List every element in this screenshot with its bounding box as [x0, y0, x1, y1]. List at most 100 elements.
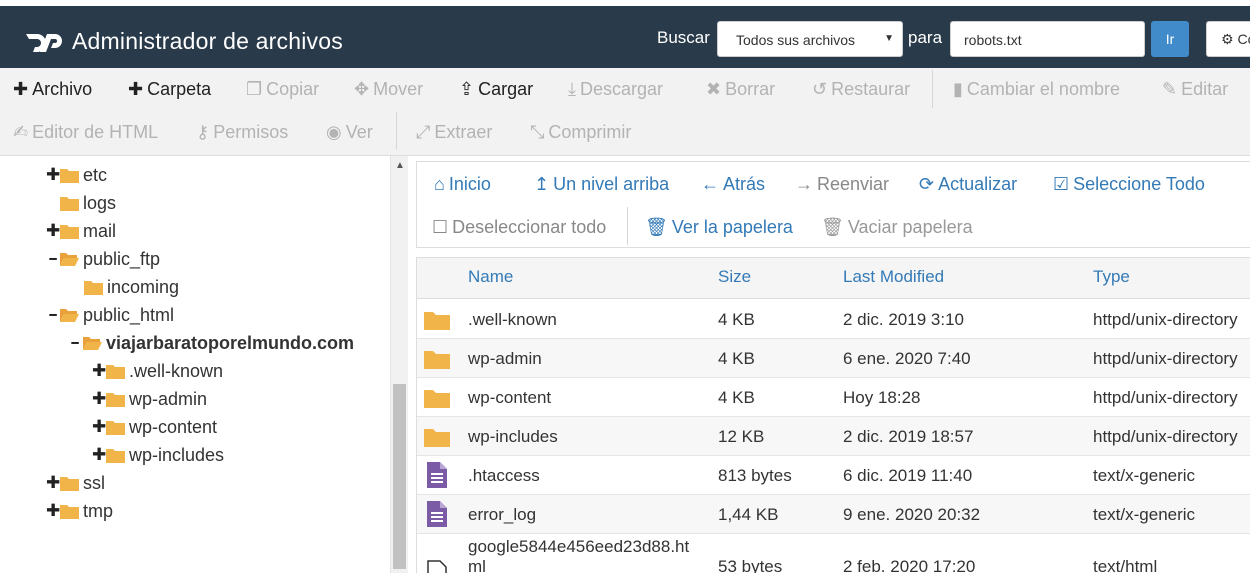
key-icon: ⚷ — [196, 122, 210, 142]
html-editor-label: Editor de HTML — [32, 122, 159, 142]
cell-last-modified: 2 feb. 2020 17:20 — [843, 557, 976, 573]
expand-icon: ⤢ — [416, 122, 431, 142]
caret-down-icon: ▼ — [884, 33, 894, 44]
expand-icon[interactable]: ✚ — [46, 500, 60, 522]
move-button[interactable]: ✥ Mover — [354, 79, 423, 100]
rename-button[interactable]: ▮ Cambiar el nombre — [953, 79, 1120, 100]
toolbar-divider — [932, 70, 933, 108]
tree-node[interactable]: ✚ etc — [0, 164, 390, 186]
table-row[interactable]: .well-known 4 KB 2 dic. 2019 3:10 httpd/uni… — [417, 300, 1250, 339]
expand-icon[interactable]: ✚ — [92, 360, 106, 382]
empty-trash-button[interactable]: 🗑 Vaciar papelera — [821, 217, 973, 238]
cell-type: text/x-generic — [1093, 505, 1196, 524]
gear-icon: ⚙ — [1221, 31, 1234, 47]
folder-icon — [106, 449, 125, 463]
tree-node[interactable]: ━ public_ftp — [0, 248, 390, 270]
search-input[interactable]: robots.txt — [950, 21, 1145, 57]
tree-node[interactable]: ━ viajarbaratoporelmundo.com — [0, 332, 390, 354]
tree-node-label: wp-admin — [129, 389, 208, 409]
scroll-up-arrow-icon[interactable]: ▲ — [395, 160, 405, 171]
html-editor-button[interactable]: ✍ Editor de HTML — [13, 122, 158, 143]
column-header-name[interactable]: Name — [468, 267, 513, 287]
copy-label: Copiar — [266, 79, 320, 99]
refresh-icon: ⟳ — [919, 174, 935, 194]
tree-node[interactable]: ✚ .well-known — [0, 360, 390, 382]
up-one-level-label: Un nivel arriba — [553, 174, 670, 194]
folder-open-icon — [83, 337, 102, 350]
expand-icon[interactable]: ✚ — [92, 416, 106, 438]
tree-node-label: .well-known — [129, 361, 224, 381]
table-header: Name Size Last Modified Type — [417, 258, 1250, 299]
edit-button[interactable]: ✎ Editar — [1162, 79, 1228, 100]
view-button[interactable]: ◉ Ver — [326, 122, 373, 143]
go-button[interactable]: Ir — [1151, 21, 1189, 57]
home-icon: ⌂ — [434, 174, 445, 194]
tree-node-label: public_html — [83, 305, 175, 325]
download-button[interactable]: ⤓ Descargar — [568, 79, 663, 100]
tree-node[interactable]: incoming — [0, 276, 390, 298]
tree-node[interactable]: ✚ ssl — [0, 472, 390, 494]
arrow-left-icon: ← — [701, 174, 719, 194]
expand-icon[interactable]: ✚ — [92, 444, 106, 466]
tree-node[interactable]: logs — [0, 192, 390, 214]
tree-node[interactable]: ━ public_html — [0, 304, 390, 326]
cell-size: 12 KB — [718, 427, 765, 446]
tree-node[interactable]: ✚ wp-includes — [0, 444, 390, 466]
delete-button[interactable]: ✖ Borrar — [706, 79, 775, 100]
home-button[interactable]: ⌂ Inicio — [434, 174, 491, 195]
tree-node[interactable]: ✚ wp-content — [0, 416, 390, 438]
expand-icon[interactable]: ✚ — [92, 388, 106, 410]
tree-node[interactable]: ✚ mail — [0, 220, 390, 242]
table-row[interactable]: google5844e456eed23d88.html 53 bytes 2 feb… — [417, 534, 1250, 573]
level-up-icon: ↥ — [534, 174, 550, 194]
settings-button[interactable]: ⚙ Co — [1206, 21, 1250, 57]
action-toolbar: ✚ Archivo ✚ Carpeta ❐ Copiar ✥ Mover ⇪ Cargar… — [0, 68, 1250, 156]
cpanel-logo-icon — [26, 34, 62, 52]
table-row[interactable]: error_log 1,44 KB 9 ene. 2020 20:32 text/x-… — [417, 495, 1250, 534]
folder-icon — [106, 421, 125, 435]
table-row[interactable]: wp-includes 12 KB 2 dic. 2019 18:57 httpd/u… — [417, 417, 1250, 456]
search-scope-select[interactable]: Todos sus archivos ▼ — [717, 21, 903, 57]
tree-node-label: public_ftp — [83, 249, 161, 269]
tree-node[interactable]: ✚ tmp — [0, 500, 390, 522]
tree-scrollbar[interactable]: ▲ — [390, 156, 408, 573]
upload-button[interactable]: ⇪ Cargar — [459, 79, 533, 100]
reload-button[interactable]: ⟳ Actualizar — [919, 174, 1017, 195]
table-row[interactable]: wp-admin 4 KB 6 ene. 2020 7:40 httpd/unix-d… — [417, 339, 1250, 378]
collapse-icon[interactable]: ━ — [68, 332, 82, 354]
permissions-button[interactable]: ⚷ Permisos — [196, 122, 288, 143]
column-header-last-modified[interactable]: Last Modified — [843, 267, 944, 287]
table-row[interactable]: .htaccess 813 bytes 6 dic. 2019 11:40 text/… — [417, 456, 1250, 495]
new-folder-button[interactable]: ✚ Carpeta — [128, 79, 211, 100]
times-icon: ✖ — [706, 79, 722, 99]
compress-button[interactable]: ⤡ Comprimir — [530, 122, 631, 143]
back-button[interactable]: ← Atrás — [701, 174, 765, 195]
column-header-size[interactable]: Size — [718, 267, 751, 287]
cell-name: wp-content — [468, 388, 552, 407]
up-one-level-button[interactable]: ↥ Un nivel arriba — [534, 174, 669, 195]
select-all-button[interactable]: ☑ Seleccione Todo — [1053, 174, 1205, 195]
tree-node[interactable]: ✚ wp-admin — [0, 388, 390, 410]
expand-icon[interactable]: ✚ — [46, 472, 60, 494]
expand-icon[interactable]: ✚ — [46, 220, 60, 242]
cell-type: text/html — [1093, 557, 1158, 573]
unselect-all-button[interactable]: ☐ Deseleccionar todo — [432, 217, 606, 238]
tree-node-label: logs — [83, 193, 117, 213]
collapse-icon[interactable]: ━ — [46, 248, 60, 270]
empty-trash-label: Vaciar papelera — [847, 217, 973, 237]
cell-last-modified: 2 dic. 2019 3:10 — [843, 310, 964, 329]
new-file-button[interactable]: ✚ Archivo — [13, 79, 92, 100]
extract-button[interactable]: ⤢ Extraer — [416, 122, 492, 143]
folder-icon — [84, 281, 103, 295]
collapse-icon[interactable]: ━ — [46, 304, 60, 326]
table-row[interactable]: wp-content 4 KB Hoy 18:28 httpd/unix-direct… — [417, 378, 1250, 417]
copy-button[interactable]: ❐ Copiar — [246, 79, 319, 100]
restore-button[interactable]: ↺ Restaurar — [812, 79, 910, 100]
scroll-thumb[interactable] — [393, 384, 406, 569]
forward-button[interactable]: → Reenviar — [795, 174, 889, 195]
view-trash-button[interactable]: 🗑 Ver la papelera — [645, 217, 793, 238]
folder-icon — [60, 169, 79, 183]
column-header-type[interactable]: Type — [1093, 267, 1130, 287]
expand-icon[interactable]: ✚ — [46, 164, 60, 186]
folder-open-icon — [60, 309, 79, 322]
